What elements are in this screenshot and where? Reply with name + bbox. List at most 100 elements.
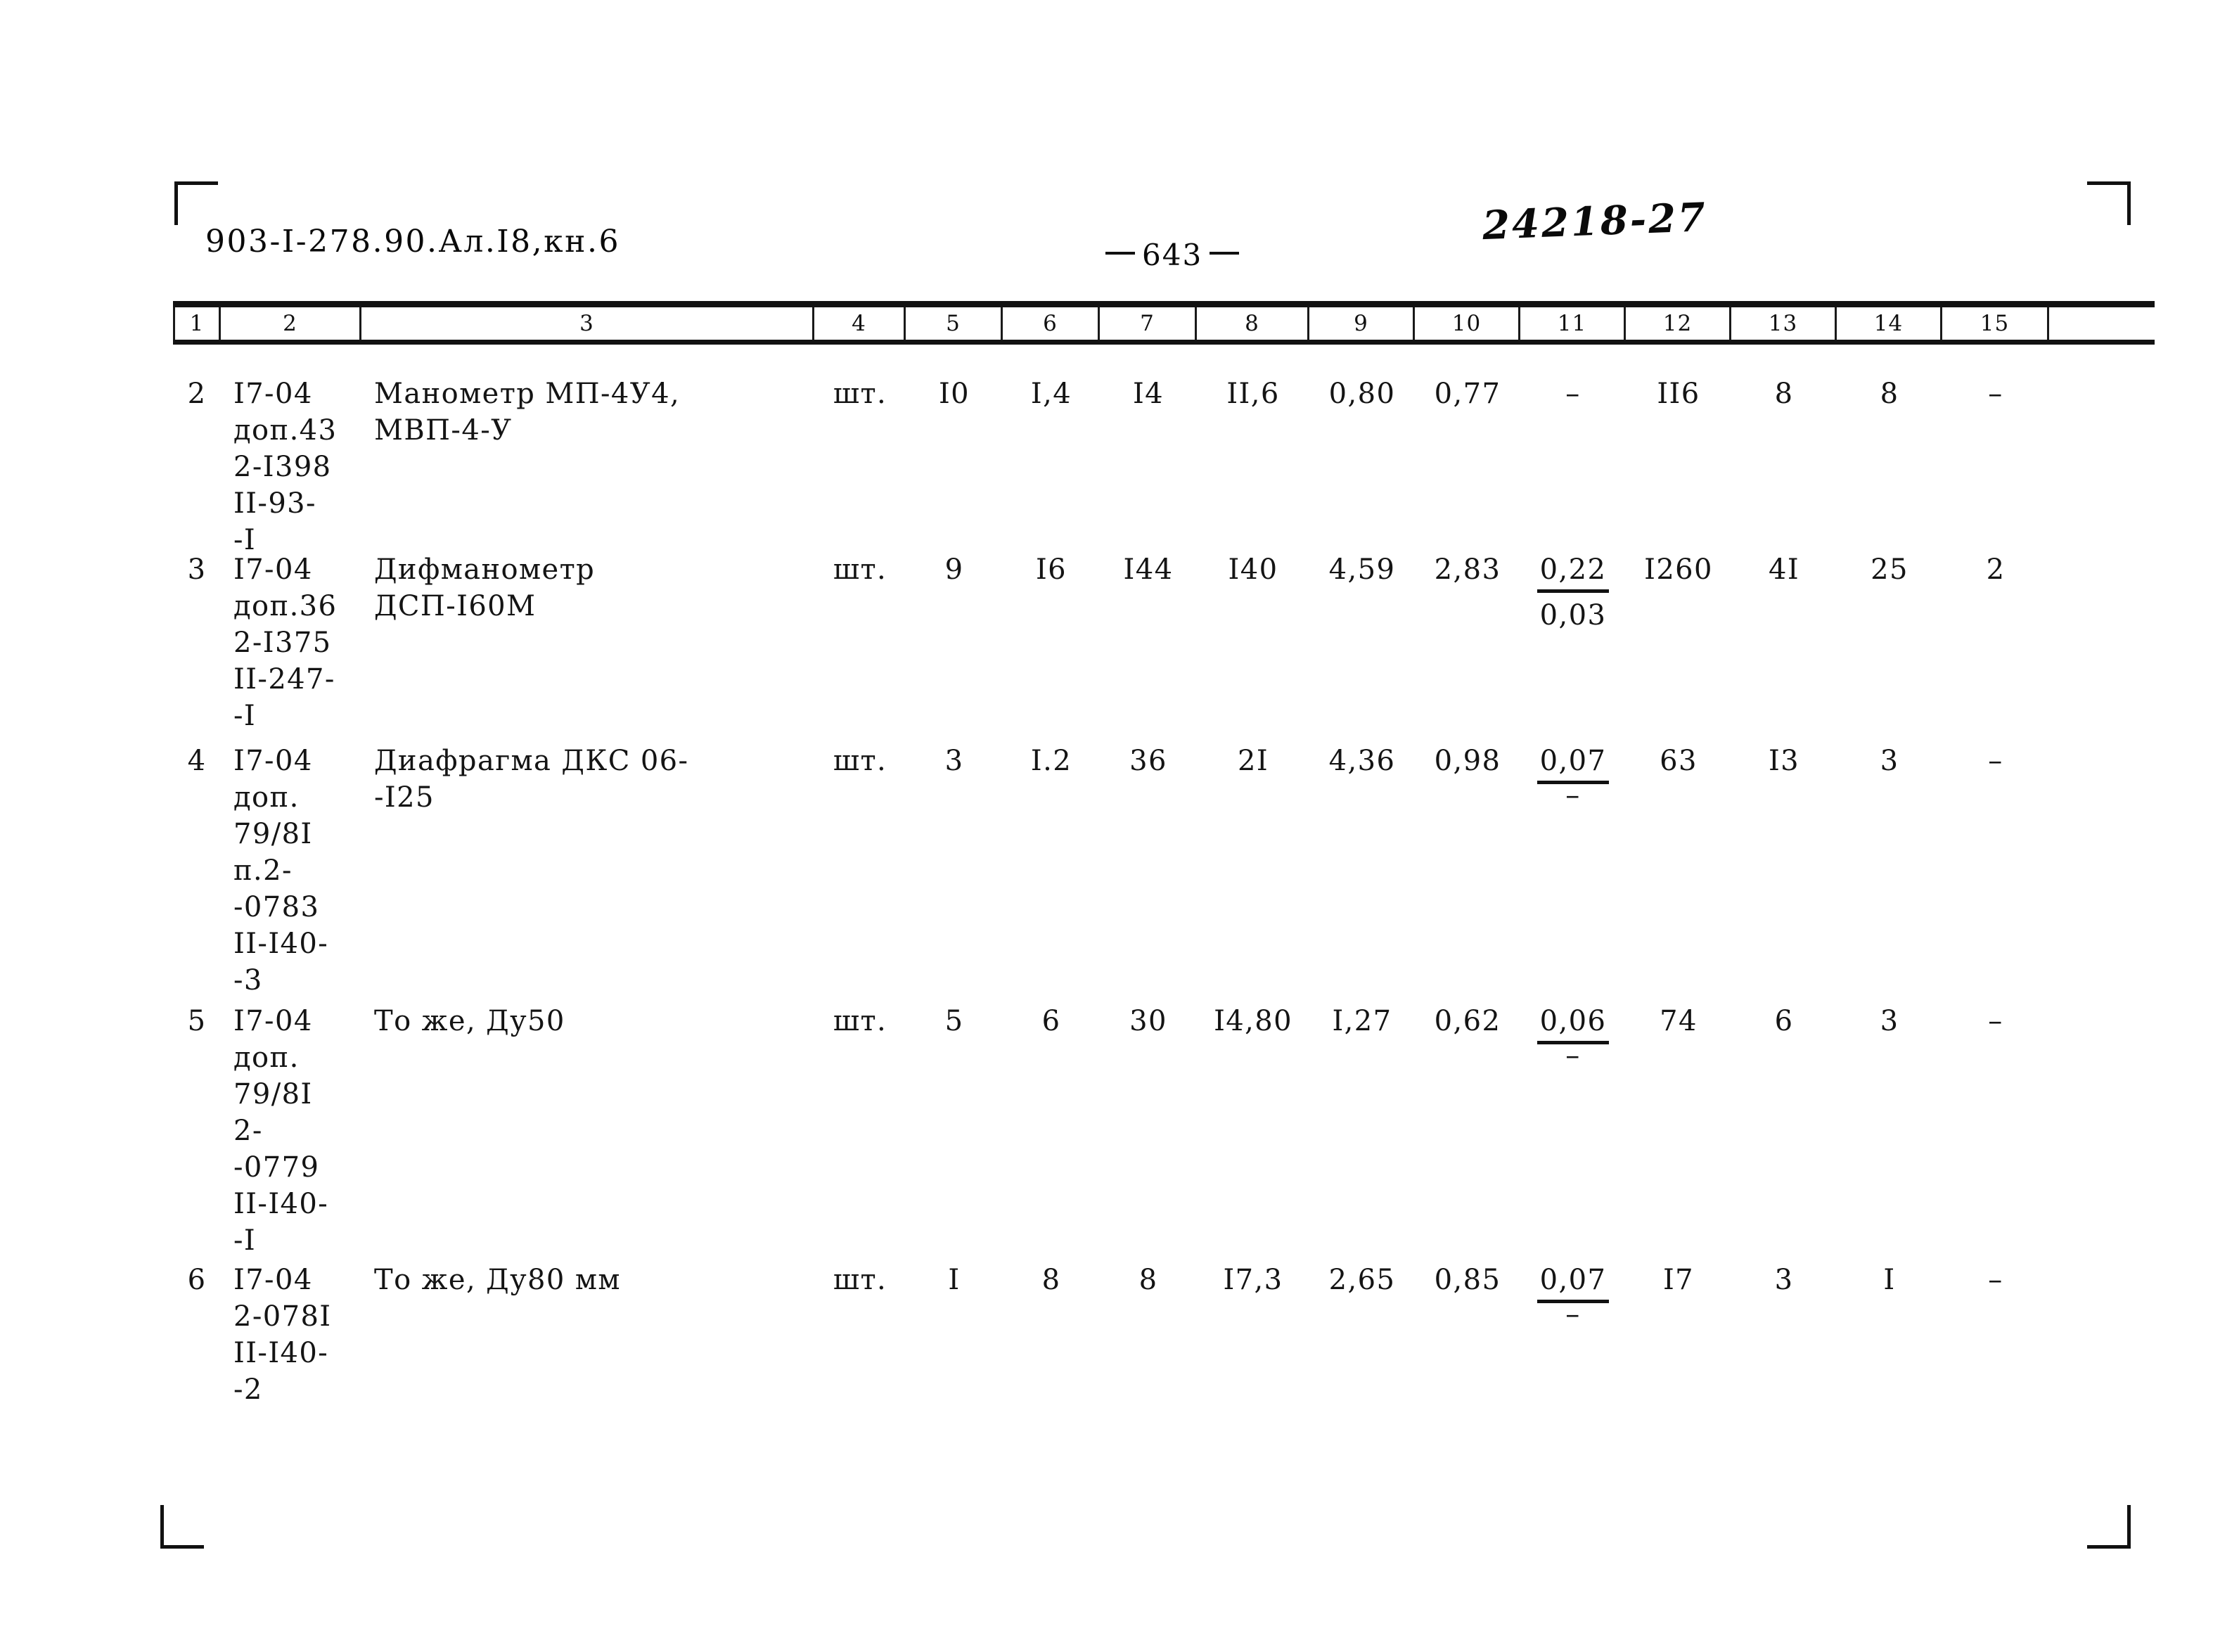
table-row: 2 I7-04 доп.43 2-I398 II-93- -I Манометр М…	[173, 366, 2155, 556]
cell-unit: шт.	[833, 378, 887, 410]
fraction-denominator: –	[1565, 779, 1581, 812]
cell-col11-value: –	[1565, 378, 1581, 410]
column-header-3: 3	[361, 307, 814, 340]
cell-col7: 36	[1129, 745, 1167, 777]
column-header-11: 11	[1520, 307, 1626, 340]
registration-mark-top-left	[174, 181, 218, 225]
cell-col11-fraction: 0,07–	[1520, 733, 1626, 993]
cell-col11-fraction: 0,07–	[1520, 1252, 1626, 1463]
cell-col6: I6	[1035, 553, 1067, 586]
cell-col12: II6	[1657, 378, 1700, 410]
cell-quantity: 5	[944, 1005, 964, 1037]
cell-item-number: 5	[187, 1005, 207, 1037]
column-header-2: 2	[221, 307, 361, 340]
cell-unit: шт.	[833, 1005, 887, 1037]
fraction-numerator: 0,06	[1536, 1003, 1610, 1044]
cell-col8: I4,80	[1214, 1005, 1292, 1037]
cell-equipment-name: Дифманометр ДСП-I60М	[374, 553, 596, 622]
cell-col8: I7,3	[1223, 1264, 1283, 1296]
cell-col13: 4I	[1768, 553, 1800, 586]
column-header-6: 6	[1003, 307, 1100, 340]
cell-col14: 3	[1880, 1005, 1899, 1037]
cell-col15: –	[1988, 1005, 2003, 1037]
column-header-4: 4	[814, 307, 906, 340]
cell-col10: 0,77	[1434, 378, 1501, 410]
cell-unit: шт.	[833, 553, 887, 586]
registration-mark-bottom-right	[2087, 1505, 2131, 1549]
cell-col13: 6	[1774, 1005, 1794, 1037]
cell-col11-fraction: –	[1520, 366, 1626, 542]
cell-price-code: I7-04 доп. 79/8I п.2- -0783 II-I40- -3	[233, 745, 329, 997]
cell-col6: 8	[1041, 1264, 1061, 1296]
registration-mark-top-right	[2087, 181, 2131, 225]
cell-col15: –	[1988, 378, 2003, 410]
table-column-header-row: 1 2 3 4 5 6 7 8 9 10 11 12 13 14 15	[173, 301, 2155, 345]
column-header-10: 10	[1415, 307, 1520, 340]
fraction-numerator: 0,07	[1536, 1262, 1610, 1303]
cell-col11-fraction: 0,06–	[1520, 993, 1626, 1252]
fraction-denominator: 0,03	[1539, 599, 1607, 632]
cell-equipment-name: То же, Ду80 мм	[374, 1264, 621, 1296]
cell-col6: I.2	[1030, 745, 1072, 777]
cell-col14: 25	[1871, 553, 1908, 586]
cell-col12: 63	[1660, 745, 1698, 777]
page-number: 643	[1105, 238, 1240, 272]
registration-mark-bottom-left	[160, 1505, 204, 1549]
column-header-9: 9	[1309, 307, 1415, 340]
cell-equipment-name: То же, Ду50	[374, 1005, 565, 1037]
cell-col15: –	[1988, 745, 2003, 777]
cell-col10: 0,98	[1434, 745, 1501, 777]
scanned-document-page: 903-I-278.90.Ал.I8,кн.6 643 24218-27 123…	[0, 0, 2239, 1652]
cell-col12: 74	[1660, 1005, 1698, 1037]
cell-col11-fraction: 0,22 0,03	[1520, 542, 1626, 733]
table-body: 2 I7-04 доп.43 2-I398 II-93- -I Манометр М…	[173, 366, 2155, 1463]
cell-col7: 8	[1138, 1264, 1158, 1296]
fraction-denominator: –	[1565, 1039, 1581, 1072]
cell-quantity: I	[948, 1264, 961, 1296]
cell-col6: 6	[1041, 1005, 1061, 1037]
cell-col7: I44	[1123, 553, 1174, 586]
cell-equipment-name: Манометр МП-4У4, МВП-4-У	[374, 378, 681, 447]
cell-col9: 4,59	[1328, 553, 1396, 586]
cell-quantity: 9	[944, 553, 964, 586]
cell-unit: шт.	[833, 745, 887, 777]
cell-price-code: I7-04 доп. 79/8I 2- -0779 II-I40- -I	[233, 1005, 329, 1257]
fraction-numerator: 0,07	[1536, 743, 1610, 784]
cell-col7: I4	[1132, 378, 1165, 410]
column-header-5: 5	[906, 307, 1003, 340]
cell-col14: 8	[1880, 378, 1899, 410]
cell-col10: 0,85	[1434, 1264, 1501, 1296]
table-row: 6 I7-04 2-078I II-I40- -2 То же, Ду80 мм шт…	[173, 1252, 2155, 1463]
cell-col8: II,6	[1226, 378, 1280, 410]
column-header-7: 7	[1100, 307, 1197, 340]
cell-col15: –	[1988, 1264, 2003, 1296]
cell-equipment-name: Диафрагма ДКС 06- -I25	[374, 745, 689, 814]
fraction-denominator: –	[1565, 1298, 1581, 1331]
cell-item-number: 6	[187, 1264, 207, 1296]
cell-col12: I260	[1644, 553, 1713, 586]
cell-price-code: I7-04 доп.43 2-I398 II-93- -I	[233, 378, 338, 556]
table-row: 5 I7-04 доп. 79/8I 2- -0779 II-I40- -I То …	[173, 993, 2155, 1257]
cell-col15: 2	[1986, 553, 2006, 586]
handwritten-annotation: 24218-27	[1481, 193, 1709, 250]
cell-quantity: I0	[938, 378, 970, 410]
cell-quantity: 3	[944, 745, 964, 777]
cell-col9: I,27	[1332, 1005, 1392, 1037]
cell-price-code: I7-04 2-078I II-I40- -2	[233, 1264, 332, 1406]
table-row: 4 I7-04 доп. 79/8I п.2- -0783 II-I40- -3 Д…	[173, 733, 2155, 997]
cell-col10: 2,83	[1434, 553, 1501, 586]
cell-col8: 2I	[1237, 745, 1269, 777]
cell-col10: 0,62	[1434, 1005, 1501, 1037]
fraction-numerator: 0,22	[1536, 551, 1610, 593]
cell-col7: 30	[1129, 1005, 1167, 1037]
cell-col9: 4,36	[1328, 745, 1396, 777]
column-header-14: 14	[1837, 307, 1942, 340]
cell-col8: I40	[1228, 553, 1278, 586]
cell-col13: 8	[1774, 378, 1794, 410]
cell-col9: 2,65	[1328, 1264, 1396, 1296]
page-number-value: 643	[1142, 238, 1203, 272]
cell-col14: 3	[1880, 745, 1899, 777]
column-header-13: 13	[1731, 307, 1837, 340]
cell-unit: шт.	[833, 1264, 887, 1296]
column-header-12: 12	[1626, 307, 1731, 340]
